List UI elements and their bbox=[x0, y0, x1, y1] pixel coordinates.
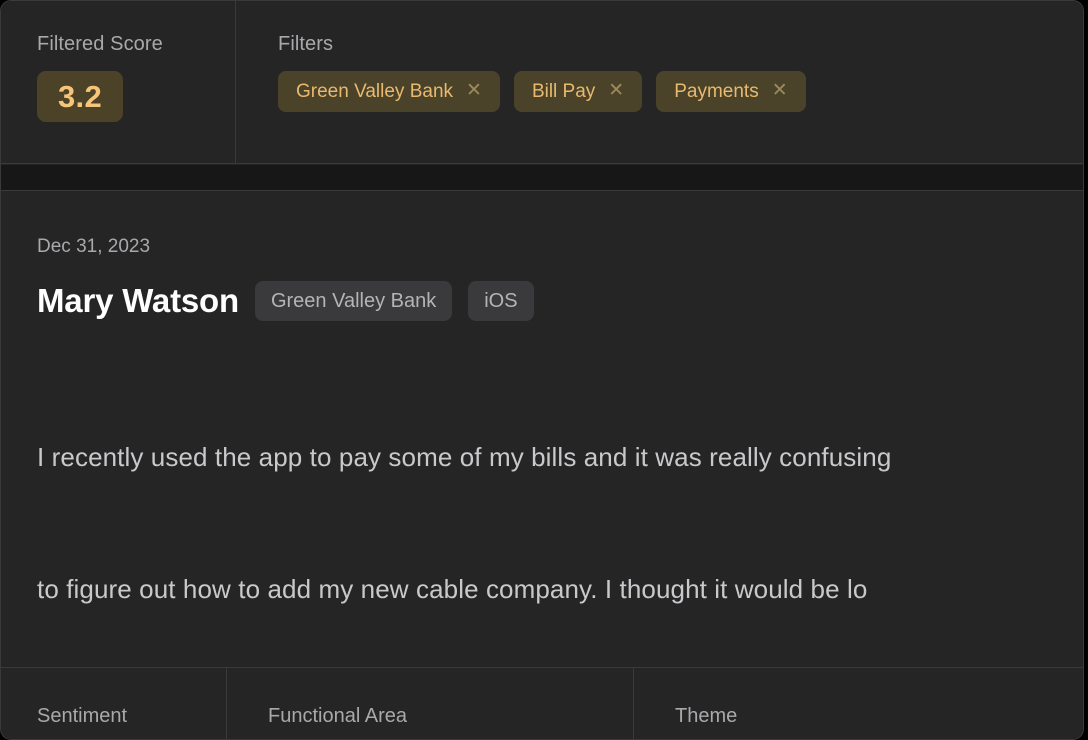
close-icon[interactable]: ✕ bbox=[608, 81, 624, 100]
close-icon[interactable]: ✕ bbox=[772, 81, 788, 100]
filtered-score-label: Filtered Score bbox=[37, 33, 163, 55]
filter-chip-label: Green Valley Bank bbox=[296, 80, 454, 102]
filtered-score-badge: 3.2 bbox=[37, 71, 123, 122]
filters-label: Filters bbox=[278, 33, 334, 55]
filter-chip-label: Payments bbox=[674, 80, 759, 102]
review-date: Dec 31, 2023 bbox=[37, 236, 151, 257]
filter-chip-label: Bill Pay bbox=[531, 80, 596, 102]
review-author-name: Mary Watson bbox=[37, 281, 239, 319]
attribute-columns-header: Sentiment Functional Area Theme bbox=[1, 667, 1083, 739]
close-icon[interactable]: ✕ bbox=[466, 81, 482, 100]
review-content: Dec 31, 2023 Mary Watson Green Valley Ba… bbox=[1, 192, 1083, 666]
filter-chip-row: Green Valley Bank ✕ Bill Pay ✕ Payments … bbox=[278, 71, 1083, 112]
filter-chip-green-valley-bank[interactable]: Green Valley Bank ✕ bbox=[278, 71, 500, 112]
filtered-score-cell: Filtered Score 3.2 bbox=[1, 1, 236, 163]
review-tag-bank[interactable]: Green Valley Bank bbox=[254, 281, 453, 321]
review-tag-platform[interactable]: iOS bbox=[468, 281, 534, 321]
header-bar: Filtered Score 3.2 Filters Green Valley … bbox=[1, 1, 1083, 164]
review-body-text: I recently used the app to pay some of m… bbox=[37, 347, 1083, 666]
filter-chip-bill-pay[interactable]: Bill Pay ✕ bbox=[513, 71, 643, 112]
review-header-row: Mary Watson Green Valley Bank iOS bbox=[37, 281, 1083, 321]
review-body-line: I recently used the app to pay some of m… bbox=[37, 442, 892, 472]
app-root: Filtered Score 3.2 Filters Green Valley … bbox=[0, 0, 1088, 740]
review-body-line: to figure out how to add my new cable co… bbox=[37, 574, 868, 604]
review-detail-panel: Filtered Score 3.2 Filters Green Valley … bbox=[0, 0, 1084, 740]
section-separator-band bbox=[1, 165, 1083, 191]
filters-cell: Filters Green Valley Bank ✕ Bill Pay ✕ P… bbox=[236, 1, 1083, 163]
column-header-theme[interactable]: Theme bbox=[634, 668, 1083, 739]
filter-chip-payments[interactable]: Payments ✕ bbox=[656, 71, 806, 112]
column-header-functional-area[interactable]: Functional Area bbox=[227, 668, 634, 739]
column-header-sentiment[interactable]: Sentiment bbox=[1, 668, 227, 739]
